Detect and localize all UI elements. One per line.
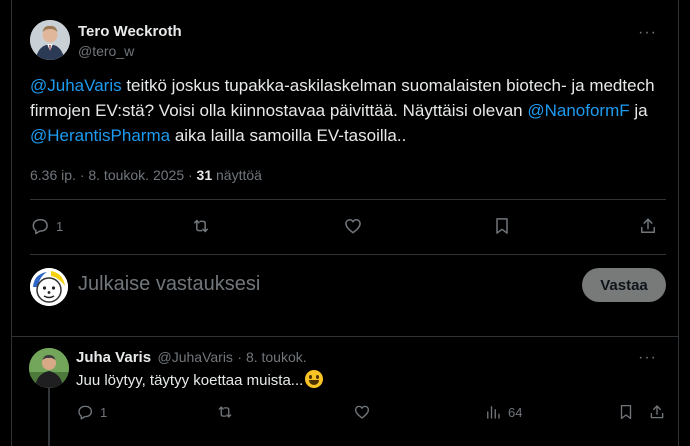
divider	[30, 199, 666, 200]
reply-composer: Julkaise vastauksesi Vastaa	[30, 264, 666, 310]
mention-link[interactable]: @NanoformF	[527, 101, 629, 120]
mention-link[interactable]: @JuhaVaris	[30, 76, 122, 95]
action-bar: 1	[30, 212, 666, 242]
bookmark-button[interactable]	[617, 403, 635, 421]
reply-submit-button[interactable]: Vastaa	[582, 268, 666, 302]
reply-input[interactable]: Julkaise vastauksesi	[78, 273, 260, 296]
retweet-icon	[194, 219, 208, 233]
mention-link[interactable]: @HerantisPharma	[30, 126, 170, 145]
author-name[interactable]: Juha Varis	[76, 349, 151, 366]
author-name[interactable]: Tero Weckroth	[78, 23, 182, 40]
tweet-thread-panel: Tero Weckroth @tero_w ··· @JuhaVaris tei…	[11, 0, 679, 446]
avatar-photo-icon	[29, 348, 69, 388]
reply-icon	[78, 405, 93, 420]
bookmark-button[interactable]	[492, 216, 512, 236]
timestamp-link[interactable]: 6.36 ip. · 8. toukok. 2025 ·	[30, 167, 193, 183]
reply-button[interactable]: 1	[76, 403, 107, 421]
share-icon	[641, 218, 655, 233]
heart-icon	[345, 219, 361, 234]
avatar	[30, 268, 68, 306]
share-icon	[650, 405, 664, 419]
avatar-photo-icon	[30, 20, 70, 60]
avatar[interactable]	[30, 20, 70, 60]
analytics-bar-chart-icon	[487, 406, 500, 419]
more-options-icon[interactable]: ···	[638, 350, 657, 366]
share-button[interactable]	[638, 216, 658, 236]
tweet-meta: 6.36 ip. · 8. toukok. 2025 · 31 näyttöä	[30, 167, 262, 183]
reply-tweet-text: Juu löytyy, täytyy koettaa muista...	[76, 370, 324, 389]
thread-connector	[48, 387, 50, 446]
retweet-button[interactable]	[216, 403, 234, 421]
like-button[interactable]	[343, 216, 363, 236]
views-count: 64	[508, 404, 523, 420]
tweet-text: @JuhaVaris teitkö joskus tupakka-askilas…	[30, 73, 670, 148]
reply-count: 1	[56, 218, 64, 234]
tweet-text-segment: aika lailla samoilla EV-tasoilla..	[170, 126, 407, 145]
more-options-icon[interactable]: ···	[638, 25, 657, 41]
reply-tweet: Juha Varis @JuhaVaris · 8. toukok. ··· J…	[12, 337, 678, 446]
views-button[interactable]: 64	[484, 403, 522, 421]
share-button[interactable]	[648, 403, 666, 421]
reply-text-content: Juu löytyy, täytyy koettaa muista...	[76, 372, 304, 389]
tweet-text-segment: ja	[629, 101, 648, 120]
reply-count: 1	[100, 404, 108, 420]
reply-header: Juha Varis @JuhaVaris · 8. toukok.	[76, 349, 307, 367]
bookmark-icon	[496, 218, 508, 234]
grinning-face-emoji-icon	[305, 370, 324, 388]
user-avatar-icon	[30, 268, 68, 306]
reply-action-bar: 1 64	[76, 401, 664, 425]
reply-button[interactable]: 1	[30, 216, 63, 236]
author-handle[interactable]: @JuhaVaris	[158, 349, 233, 365]
views-count: 31	[196, 167, 213, 183]
bookmark-icon	[620, 404, 632, 420]
divider	[30, 254, 666, 255]
retweet-icon	[218, 406, 232, 418]
views-label: näyttöä	[216, 167, 262, 183]
reply-icon	[32, 219, 48, 235]
heart-icon	[354, 405, 370, 419]
author-handle[interactable]: @tero_w	[78, 43, 134, 59]
retweet-button[interactable]	[191, 216, 211, 236]
avatar[interactable]	[29, 348, 69, 388]
like-button[interactable]	[353, 403, 371, 421]
timestamp-link[interactable]: · 8. toukok.	[237, 349, 306, 365]
